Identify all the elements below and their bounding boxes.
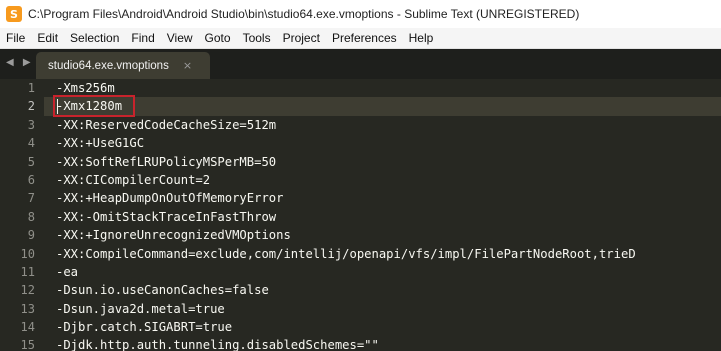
code-line[interactable]: -XX:-OmitStackTraceInFastThrow [44,208,721,226]
code-line[interactable]: -XX:SoftRefLRUPolicyMSPerMB=50 [44,153,721,171]
line-number: 1 [27,81,35,95]
code-line[interactable]: -XX:+IgnoreUnrecognizedVMOptions [44,226,721,244]
line-number: 15 [20,338,35,351]
line-number: 8 [27,209,35,224]
code-line[interactable]: -Xms256m [44,79,721,97]
line-number: 9 [27,228,35,243]
code-line[interactable]: -Dsun.java2d.metal=true [44,300,721,318]
code-area[interactable]: -Xms256m -Xmx1280m -XX:ReservedCodeCacheSi… [44,79,721,351]
tab-vmoptions[interactable]: studio64.exe.vmoptions × [36,52,210,79]
code-line[interactable]: -Djbr.catch.SIGABRT=true [44,318,721,336]
tab-scroll-arrows-icon[interactable]: ◀ ▶ [6,57,34,68]
menu-find[interactable]: Find [131,31,154,45]
line-number: 6 [27,172,35,187]
line-number: 2 [27,99,35,114]
menu-goto[interactable]: Goto [205,31,231,45]
line-number-gutter: 1 2 3 4 5 6 7 8 9 10 11 12 13 14 15 [0,79,44,351]
line-number: 12 [20,283,35,298]
line-number: 3 [27,117,35,132]
editor-pane[interactable]: 1 2 3 4 5 6 7 8 9 10 11 12 13 14 15 -Xms256m -Xmx1280m -… [0,79,721,351]
menu-preferences[interactable]: Preferences [332,31,397,45]
menu-bar: File Edit Selection Find View Goto Tools… [0,28,721,49]
line-number: 10 [20,246,35,261]
menu-tools[interactable]: Tools [243,31,271,45]
code-line[interactable]: -Djdk.http.auth.tunneling.disabledScheme… [44,336,721,351]
code-line[interactable]: -ea [44,263,721,281]
line-number: 14 [20,320,35,335]
sublime-text-icon: S [6,6,22,22]
code-line[interactable]: -XX:CompileCommand=exclude,com/intellij/… [44,245,721,263]
window-title: C:\Program Files\Android\Android Studio\… [28,7,580,21]
menu-selection[interactable]: Selection [70,31,119,45]
text-cursor [57,99,58,114]
tab-label: studio64.exe.vmoptions [48,59,169,72]
title-bar: S C:\Program Files\Android\Android Studi… [0,0,721,28]
menu-view[interactable]: View [167,31,193,45]
menu-project[interactable]: Project [283,31,320,45]
menu-file[interactable]: File [6,31,25,45]
code-line[interactable]: -XX:ReservedCodeCacheSize=512m [44,116,721,134]
tab-bar: ◀ ▶ studio64.exe.vmoptions × [0,49,721,79]
code-line[interactable]: -Xmx1280m [44,97,721,116]
line-number: 5 [27,154,35,169]
line-number: 11 [20,264,35,279]
code-line[interactable]: -XX:+UseG1GC [44,134,721,152]
line-number: 4 [27,136,35,151]
menu-help[interactable]: Help [409,31,434,45]
menu-edit[interactable]: Edit [37,31,58,45]
highlight-box [53,95,135,117]
line-number: 7 [27,191,35,206]
code-line[interactable]: -XX:CICompilerCount=2 [44,171,721,189]
code-line[interactable]: -XX:+HeapDumpOnOutOfMemoryError [44,189,721,207]
line-number: 13 [20,301,35,316]
close-icon[interactable]: × [183,59,192,72]
code-line[interactable]: -Dsun.io.useCanonCaches=false [44,281,721,299]
